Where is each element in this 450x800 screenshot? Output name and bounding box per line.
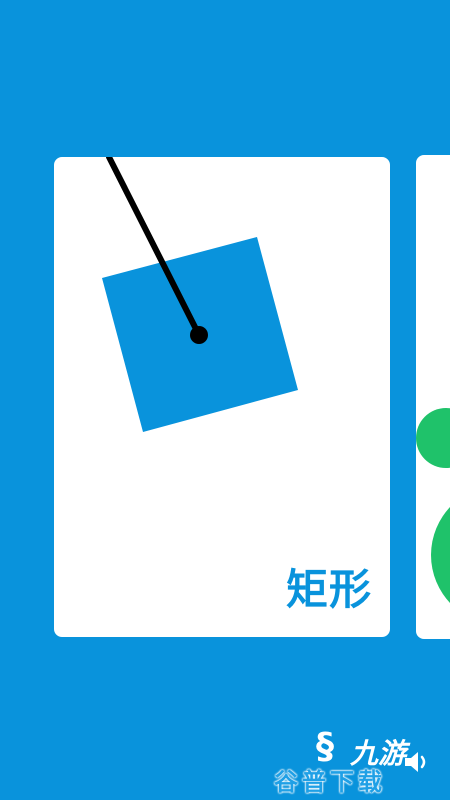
shape-card-next[interactable] bbox=[416, 155, 450, 639]
pendulum-pivot bbox=[190, 326, 208, 344]
game-stage: 矩形 § 九游 谷普下载 bbox=[0, 0, 450, 800]
next-shape-illustration bbox=[416, 408, 450, 603]
shape-card-current[interactable]: 矩形 bbox=[54, 157, 390, 637]
brand-logo-icon: § bbox=[316, 726, 334, 767]
shape-name-label: 矩形 bbox=[285, 565, 372, 614]
circle-shape-large bbox=[431, 507, 450, 603]
speaker-icon[interactable] bbox=[402, 748, 432, 776]
brand-name-bottom: 谷普下载 bbox=[274, 768, 386, 796]
circle-shape-small bbox=[416, 408, 450, 468]
